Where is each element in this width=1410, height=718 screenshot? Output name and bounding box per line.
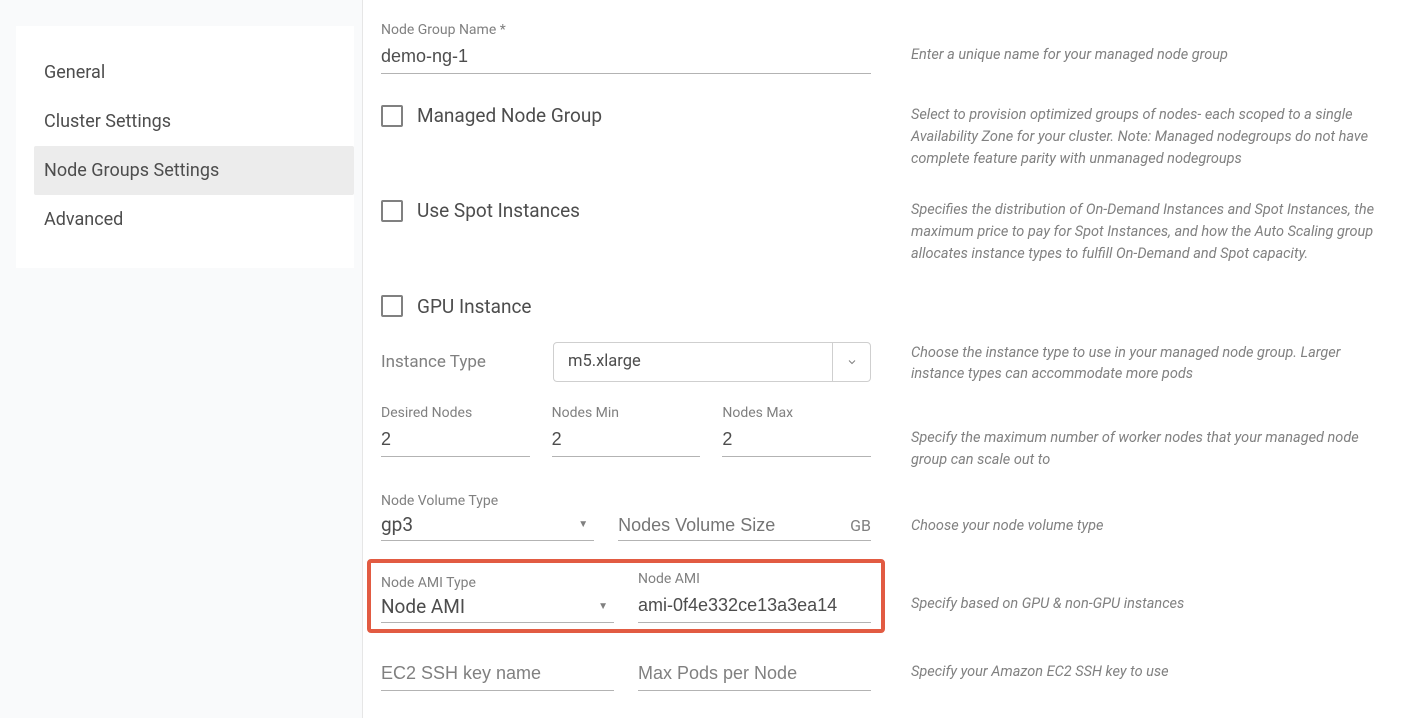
sidebar-item-general[interactable]: General bbox=[34, 48, 354, 97]
sidebar-wrap: General Cluster Settings Node Groups Set… bbox=[0, 0, 363, 718]
sidebar-item-cluster-settings[interactable]: Cluster Settings bbox=[34, 97, 354, 146]
gpu-instance-checkbox[interactable] bbox=[381, 295, 403, 317]
volume-size-unit: GB bbox=[850, 516, 871, 535]
caret-down-icon: ▼ bbox=[578, 519, 594, 530]
managed-node-group-label: Managed Node Group bbox=[417, 104, 602, 127]
node-ami-type-value: Node AMI bbox=[381, 595, 598, 618]
sidebar-item-advanced[interactable]: Advanced bbox=[34, 195, 354, 244]
ssh-key-input[interactable] bbox=[381, 657, 614, 691]
node-group-name-input[interactable] bbox=[381, 42, 871, 74]
volume-type-label: Node Volume Type bbox=[381, 493, 594, 509]
help-ssh-key: Specify your Amazon EC2 SSH key to use bbox=[871, 657, 1392, 683]
help-node-group-name: Enter a unique name for your managed nod… bbox=[871, 22, 1392, 66]
sidebar-item-node-groups-settings[interactable]: Node Groups Settings bbox=[34, 146, 354, 195]
main-content: Node Group Name * Enter a unique name fo… bbox=[363, 0, 1410, 718]
help-instance-type: Choose the instance type to use in your … bbox=[871, 342, 1392, 386]
managed-node-group-checkbox[interactable] bbox=[381, 105, 403, 127]
node-group-name-label: Node Group Name * bbox=[381, 22, 871, 38]
node-ami-label: Node AMI bbox=[638, 571, 871, 587]
nodes-max-label: Nodes Max bbox=[722, 405, 871, 421]
nodes-min-label: Nodes Min bbox=[552, 405, 701, 421]
volume-size-field[interactable]: GB bbox=[618, 515, 871, 541]
volume-type-value: gp3 bbox=[381, 513, 578, 536]
help-volume-type: Choose your node volume type bbox=[871, 493, 1392, 537]
desired-nodes-input[interactable] bbox=[381, 425, 530, 457]
help-use-spot: Specifies the distribution of On-Demand … bbox=[871, 199, 1392, 264]
help-nodes-max: Specify the maximum number of worker nod… bbox=[871, 405, 1392, 471]
sidebar: General Cluster Settings Node Groups Set… bbox=[16, 26, 354, 268]
help-node-ami: Specify based on GPU & non-GPU instances bbox=[871, 571, 1392, 615]
volume-type-select[interactable]: gp3 ▼ bbox=[381, 513, 594, 541]
gpu-instance-label: GPU Instance bbox=[417, 295, 532, 318]
use-spot-checkbox[interactable] bbox=[381, 200, 403, 222]
node-ami-input[interactable] bbox=[638, 591, 871, 623]
max-pods-input[interactable] bbox=[638, 657, 871, 691]
instance-type-value: m5.xlarge bbox=[554, 352, 832, 371]
desired-nodes-label: Desired Nodes bbox=[381, 405, 530, 421]
help-managed-node-group: Select to provision optimized groups of … bbox=[871, 104, 1392, 169]
app-root: General Cluster Settings Node Groups Set… bbox=[0, 0, 1410, 718]
node-ami-type-label: Node AMI Type bbox=[381, 575, 614, 591]
instance-type-select[interactable]: m5.xlarge bbox=[553, 342, 871, 382]
instance-type-label: Instance Type bbox=[381, 352, 553, 372]
volume-size-input[interactable] bbox=[618, 515, 850, 536]
caret-down-icon: ▼ bbox=[598, 601, 614, 612]
nodes-min-input[interactable] bbox=[552, 425, 701, 457]
use-spot-label: Use Spot Instances bbox=[417, 199, 580, 222]
node-ami-type-select[interactable]: Node AMI ▼ bbox=[381, 595, 614, 623]
nodes-max-input[interactable] bbox=[722, 425, 871, 457]
chevron-down-icon bbox=[832, 343, 870, 381]
